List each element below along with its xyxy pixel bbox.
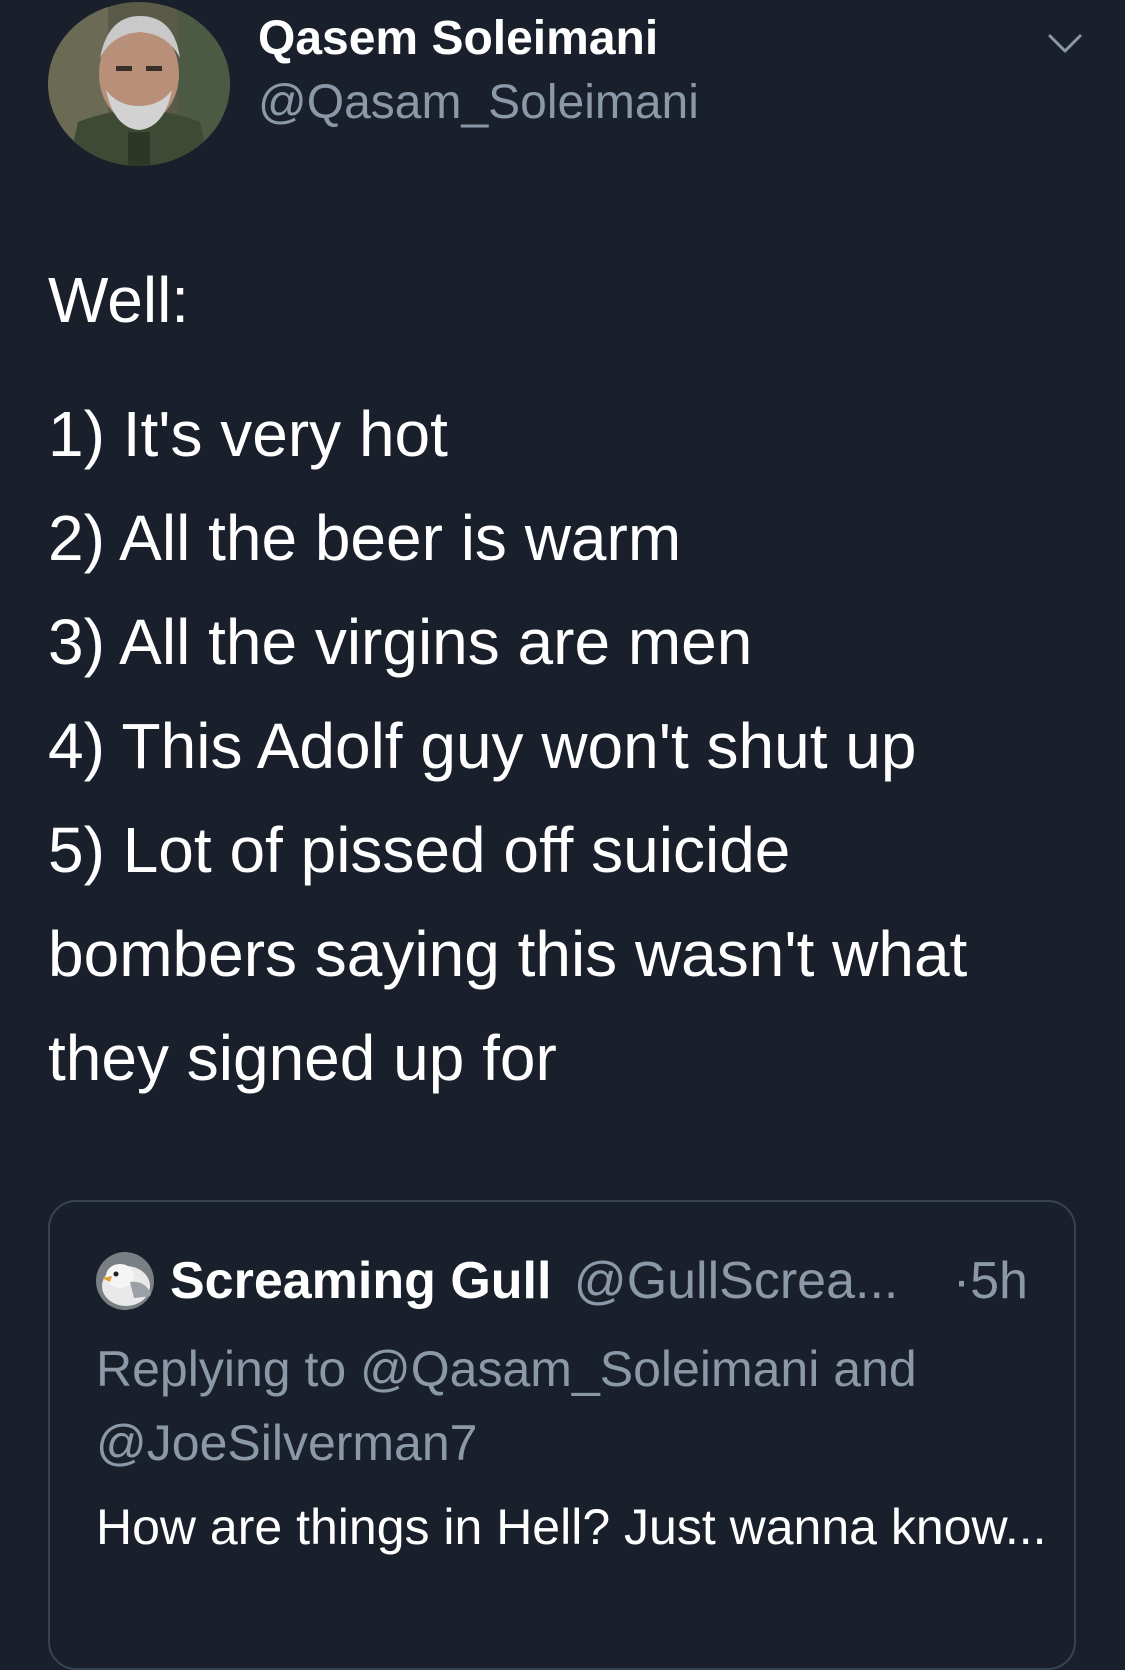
tweet-line: bombers saying this wasn't what <box>48 918 968 990</box>
quoted-timestamp[interactable]: ·5h <box>953 1252 1028 1310</box>
author-display-name[interactable]: Qasem Soleimani <box>258 10 658 68</box>
replying-to-text: Replying to @Qasam_Soleimani and @JoeSil… <box>96 1341 917 1471</box>
tweet-line: 5) Lot of pissed off suicide <box>48 814 791 886</box>
quoted-tweet-text: How are things in Hell? Just wanna know.… <box>96 1499 1047 1555</box>
quoted-author-handle[interactable]: @GullScrea... <box>574 1252 898 1310</box>
tweet-line: 3) All the virgins are men <box>48 606 753 678</box>
more-options-button[interactable] <box>1042 26 1088 62</box>
quoted-avatar[interactable] <box>96 1252 154 1310</box>
seagull-avatar-icon <box>96 1252 154 1310</box>
quoted-author-name[interactable]: Screaming Gull <box>170 1252 551 1310</box>
tweet-intro: Well: <box>48 264 190 336</box>
tweet-text: Well: 1) It's very hot 2) All the beer i… <box>48 248 1098 1110</box>
avatar[interactable] <box>48 2 230 166</box>
tweet-line: 1) It's very hot <box>48 398 448 470</box>
quoted-tweet-card[interactable]: Screaming Gull @GullScrea... ·5h Replyin… <box>48 1200 1076 1670</box>
tweet-line: 4) This Adolf guy won't shut up <box>48 710 917 782</box>
tweet-line: 2) All the beer is warm <box>48 502 682 574</box>
tweet-line: they signed up for <box>48 1022 557 1094</box>
author-handle[interactable]: @Qasam_Soleimani <box>258 74 699 132</box>
quoted-tweet-header: Screaming Gull @GullScrea... ·5h <box>170 1250 1028 1312</box>
chevron-down-icon <box>1048 34 1082 53</box>
profile-photo-icon <box>48 2 230 166</box>
